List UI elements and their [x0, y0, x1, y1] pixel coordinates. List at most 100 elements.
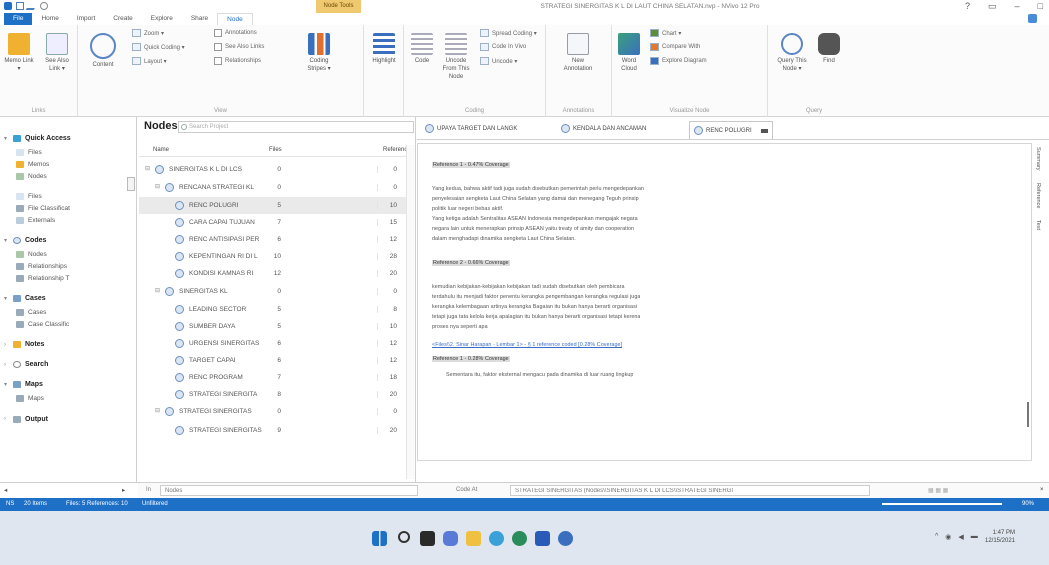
windows-start-icon[interactable] — [372, 531, 387, 546]
clock[interactable]: 1:47 PM 12/15/2021 — [985, 529, 1015, 545]
find-button[interactable]: Find — [816, 33, 842, 65]
memo-link-button[interactable]: Memo Link ▾ — [4, 33, 34, 73]
side-tab-summary[interactable]: Summary — [1035, 147, 1041, 171]
document-content[interactable]: Reference 1 - 0.47% Coverage Yang kedua, … — [417, 143, 1032, 461]
side-tab-text[interactable]: Text — [1035, 220, 1041, 230]
uncode-from-button[interactable]: Uncode From This Node — [438, 33, 474, 81]
compare-with-button[interactable]: Compare With — [650, 43, 700, 51]
side-tab-reference[interactable]: Reference — [1035, 183, 1041, 208]
code-button[interactable]: Code — [408, 33, 436, 65]
chevron-up-icon[interactable]: ^ — [935, 533, 938, 541]
see-also-link-button[interactable]: See Also Link ▾ — [40, 33, 74, 73]
coding-stripes-button[interactable]: Coding Stripes ▾ — [304, 33, 334, 73]
chat-icon[interactable] — [443, 531, 458, 546]
nodes-scrollbar[interactable] — [406, 145, 415, 479]
node-row[interactable]: STRATEGI SINERGITA 8 20 — [139, 386, 409, 403]
node-row[interactable]: ⊟ RENCANA STRATEGI KL 0 0 — [139, 179, 409, 196]
pin-icon[interactable] — [760, 128, 768, 133]
chrome-icon[interactable] — [512, 531, 527, 546]
node-row[interactable]: RENC PROGRAM 7 18 — [139, 369, 409, 386]
explore-diagram-button[interactable]: Explore Diagram — [650, 57, 707, 65]
nav-notes[interactable]: › Notes — [4, 341, 44, 348]
layout-button[interactable]: Layout ▾ — [132, 57, 167, 65]
nav-quick-access[interactable]: ▾ Quick Access — [4, 135, 71, 142]
nav-codes-nodes[interactable]: Nodes — [16, 251, 47, 258]
tab-renc-polugri[interactable]: RENC POLUGRI — [689, 121, 773, 139]
tab-import[interactable]: Import — [68, 13, 104, 25]
see-also-links-checkbox[interactable]: See Also Links — [214, 43, 264, 51]
tab-share[interactable]: Share — [182, 13, 217, 25]
nav-maps[interactable]: ▾ Maps — [4, 381, 43, 388]
battery-icon[interactable]: ▬ — [971, 533, 978, 541]
node-row[interactable]: RENC ANTISIPASI PER 6 12 — [139, 231, 409, 248]
source-link[interactable]: <Files\\2. Sinar Harapan - Lembar 1> - §… — [432, 342, 622, 348]
node-row[interactable]: ⊟ STRATEGI SINERGITAS 0 0 — [139, 403, 409, 420]
nav-file-classifications[interactable]: File Classificat — [16, 205, 70, 212]
tab-upaya-target[interactable]: UPAYA TARGET DAN LANGK — [425, 124, 517, 133]
in-select[interactable]: Nodes — [160, 485, 418, 496]
node-row[interactable]: TARGET CAPAI 6 12 — [139, 352, 409, 369]
code-bar-icons[interactable]: ▦ ▦ ▦ — [928, 487, 948, 494]
content-button[interactable]: Content — [86, 33, 120, 69]
nav-externals[interactable]: Externals — [16, 217, 55, 224]
col-name[interactable]: Name — [153, 147, 169, 153]
nav-qa-memos[interactable]: Memos — [16, 161, 49, 168]
nav-search[interactable]: › Search — [4, 361, 48, 368]
nvivo-icon[interactable] — [558, 531, 573, 546]
tab-create[interactable]: Create — [104, 13, 142, 25]
nav-maps-item[interactable]: Maps — [16, 395, 44, 402]
document-scrollbar[interactable] — [1023, 147, 1032, 457]
collapse-icon[interactable]: ⊟ — [155, 407, 160, 414]
search-project-input[interactable]: Search Project — [178, 121, 414, 133]
word-icon[interactable] — [535, 531, 550, 546]
node-row[interactable]: ⊟ SINERGITAS KL 0 0 — [139, 283, 409, 300]
quick-coding-button[interactable]: Quick Coding ▾ — [132, 43, 185, 51]
nav-output[interactable]: › Output — [4, 415, 48, 423]
account-icon[interactable] — [1028, 14, 1037, 23]
nav-relationship-types[interactable]: Relationship T — [16, 275, 69, 282]
nav-qa-files[interactable]: Files — [16, 149, 42, 156]
col-files[interactable]: Files — [269, 147, 282, 153]
nav-cases[interactable]: ▾ Cases — [4, 295, 46, 302]
nav-scroll-left[interactable]: ◂ — [4, 486, 7, 494]
collapse-icon[interactable]: ⊟ — [145, 165, 150, 172]
tab-file[interactable]: File — [4, 13, 33, 25]
node-row[interactable]: URGENSI SINERGITAS 6 12 — [139, 335, 409, 352]
undo-icon[interactable] — [40, 2, 48, 10]
chart-button[interactable]: Chart ▾ — [650, 29, 681, 37]
nav-cases-item[interactable]: Cases — [16, 309, 46, 316]
node-row[interactable]: LEADING SECTOR 5 8 — [139, 301, 409, 318]
zoom-button[interactable]: Zoom ▾ — [132, 29, 164, 37]
edit-icon[interactable] — [25, 2, 39, 10]
nav-relationships[interactable]: Relationships — [16, 263, 67, 270]
help-icon[interactable]: ? — [965, 1, 970, 12]
tab-home[interactable]: Home — [32, 13, 67, 25]
annotations-checkbox[interactable]: Annotations — [214, 29, 257, 37]
relationships-checkbox[interactable]: Relationships — [214, 57, 261, 65]
minimize-button[interactable]: – — [1015, 1, 1020, 12]
network-icon[interactable]: ◉ — [945, 533, 951, 541]
nav-scroll-right[interactable]: ▸ — [122, 486, 125, 494]
nav-case-classifications[interactable]: Case Classific — [16, 321, 69, 328]
volume-icon[interactable]: ◀ — [958, 533, 963, 541]
node-row[interactable]: RENC POLUGRI 5 10 — [139, 197, 409, 214]
close-code-bar-icon[interactable]: × — [1040, 487, 1044, 493]
search-icon[interactable] — [398, 531, 410, 543]
node-row[interactable]: SUMBER DAYA 5 10 — [139, 318, 409, 335]
highlight-button[interactable]: Highlight — [368, 33, 400, 65]
code-at-input[interactable]: STRATEGI SINERGITAS (Nodes\\SINERGITAS K… — [510, 485, 870, 496]
uncode-button[interactable]: Uncode ▾ — [480, 57, 517, 65]
nav-scrollbar[interactable] — [127, 177, 135, 191]
tab-kendala[interactable]: KENDALA DAN ANCAMAN — [561, 124, 646, 133]
query-this-node-button[interactable]: Query This Node ▾ — [772, 33, 812, 73]
nav-codes[interactable]: ▾ Codes — [4, 237, 46, 244]
scroll-thumb[interactable] — [1027, 402, 1029, 427]
maximize-button[interactable]: □ — [1038, 1, 1043, 12]
collapse-icon[interactable]: ⊟ — [155, 287, 160, 294]
spread-coding-button[interactable]: Spread Coding ▾ — [480, 29, 537, 37]
node-row[interactable]: ⊟ SINERGITAS K L DI LCS 0 0 — [139, 161, 409, 178]
nav-qa-nodes[interactable]: Nodes — [16, 173, 47, 180]
node-row[interactable]: STRATEGI SINERGITAS 9 20 — [139, 422, 409, 439]
node-row[interactable]: CARA CAPAI TUJUAN 7 15 — [139, 214, 409, 231]
new-annotation-button[interactable]: New Annotation — [558, 33, 598, 73]
